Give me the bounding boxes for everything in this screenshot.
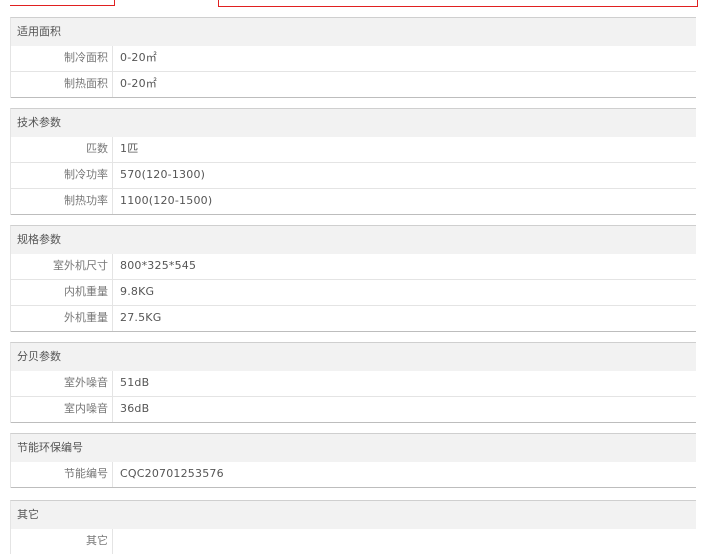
spec-section-dimensions: 规格参数 室外机尺寸 800*325*545 内机重量 9.8KG 外机重量 2… [10,225,696,332]
spec-value: 36dB [120,402,150,415]
spec-value: 9.8KG [120,285,155,298]
section-title: 分贝参数 [11,343,696,371]
section-title: 其它 [11,501,696,529]
spec-label: 节能编号 [11,462,113,487]
spec-label: 匹数 [11,137,113,162]
spec-row: 内机重量 9.8KG [11,280,696,306]
spec-row: 外机重量 27.5KG [11,306,696,332]
section-title: 规格参数 [11,226,696,254]
spec-section-area: 适用面积 制冷面积 0-20㎡ 制热面积 0-20㎡ [10,17,696,98]
spec-label: 制热面积 [11,72,113,97]
tab-previous[interactable] [10,0,115,6]
spec-row: 室内噪音 36dB [11,397,696,423]
spec-row: 节能编号 CQC20701253576 [11,462,696,488]
spec-label: 外机重量 [11,306,113,331]
spec-label: 其它 [11,529,113,554]
section-title: 节能环保编号 [11,434,696,462]
spec-section-technical: 技术参数 匹数 1匹 制冷功率 570(120-1300) 制热功率 1100(… [10,108,696,215]
tab-next[interactable] [218,0,698,7]
spec-row: 匹数 1匹 [11,137,696,163]
spec-label: 制冷面积 [11,46,113,71]
spec-section-other: 其它 其它 [10,500,696,554]
spec-row: 制冷功率 570(120-1300) [11,163,696,189]
spec-row: 其它 [11,529,696,554]
spec-section-energy: 节能环保编号 节能编号 CQC20701253576 [10,433,696,488]
spec-row: 制热面积 0-20㎡ [11,72,696,98]
section-title: 适用面积 [11,18,696,46]
spec-value: 570(120-1300) [120,168,206,181]
spec-value: CQC20701253576 [120,467,224,480]
spec-row: 室外噪音 51dB [11,371,696,397]
spec-value: 1100(120-1500) [120,194,213,207]
spec-label: 制热功率 [11,189,113,214]
tab-strip [0,0,710,8]
spec-section-noise: 分贝参数 室外噪音 51dB 室内噪音 36dB [10,342,696,423]
spec-value: 27.5KG [120,311,162,324]
spec-value: 0-20㎡ [120,51,157,64]
spec-label: 室内噪音 [11,397,113,422]
spec-label: 制冷功率 [11,163,113,188]
spec-value: 800*325*545 [120,259,197,272]
spec-value: 0-20㎡ [120,77,157,90]
spec-label: 内机重量 [11,280,113,305]
spec-label: 室外机尺寸 [11,254,113,279]
spec-label: 室外噪音 [11,371,113,396]
spec-value: 51dB [120,376,150,389]
spec-row: 制冷面积 0-20㎡ [11,46,696,72]
section-title: 技术参数 [11,109,696,137]
spec-row: 制热功率 1100(120-1500) [11,189,696,215]
spec-row: 室外机尺寸 800*325*545 [11,254,696,280]
spec-value [113,529,120,554]
spec-value: 1匹 [120,142,139,155]
